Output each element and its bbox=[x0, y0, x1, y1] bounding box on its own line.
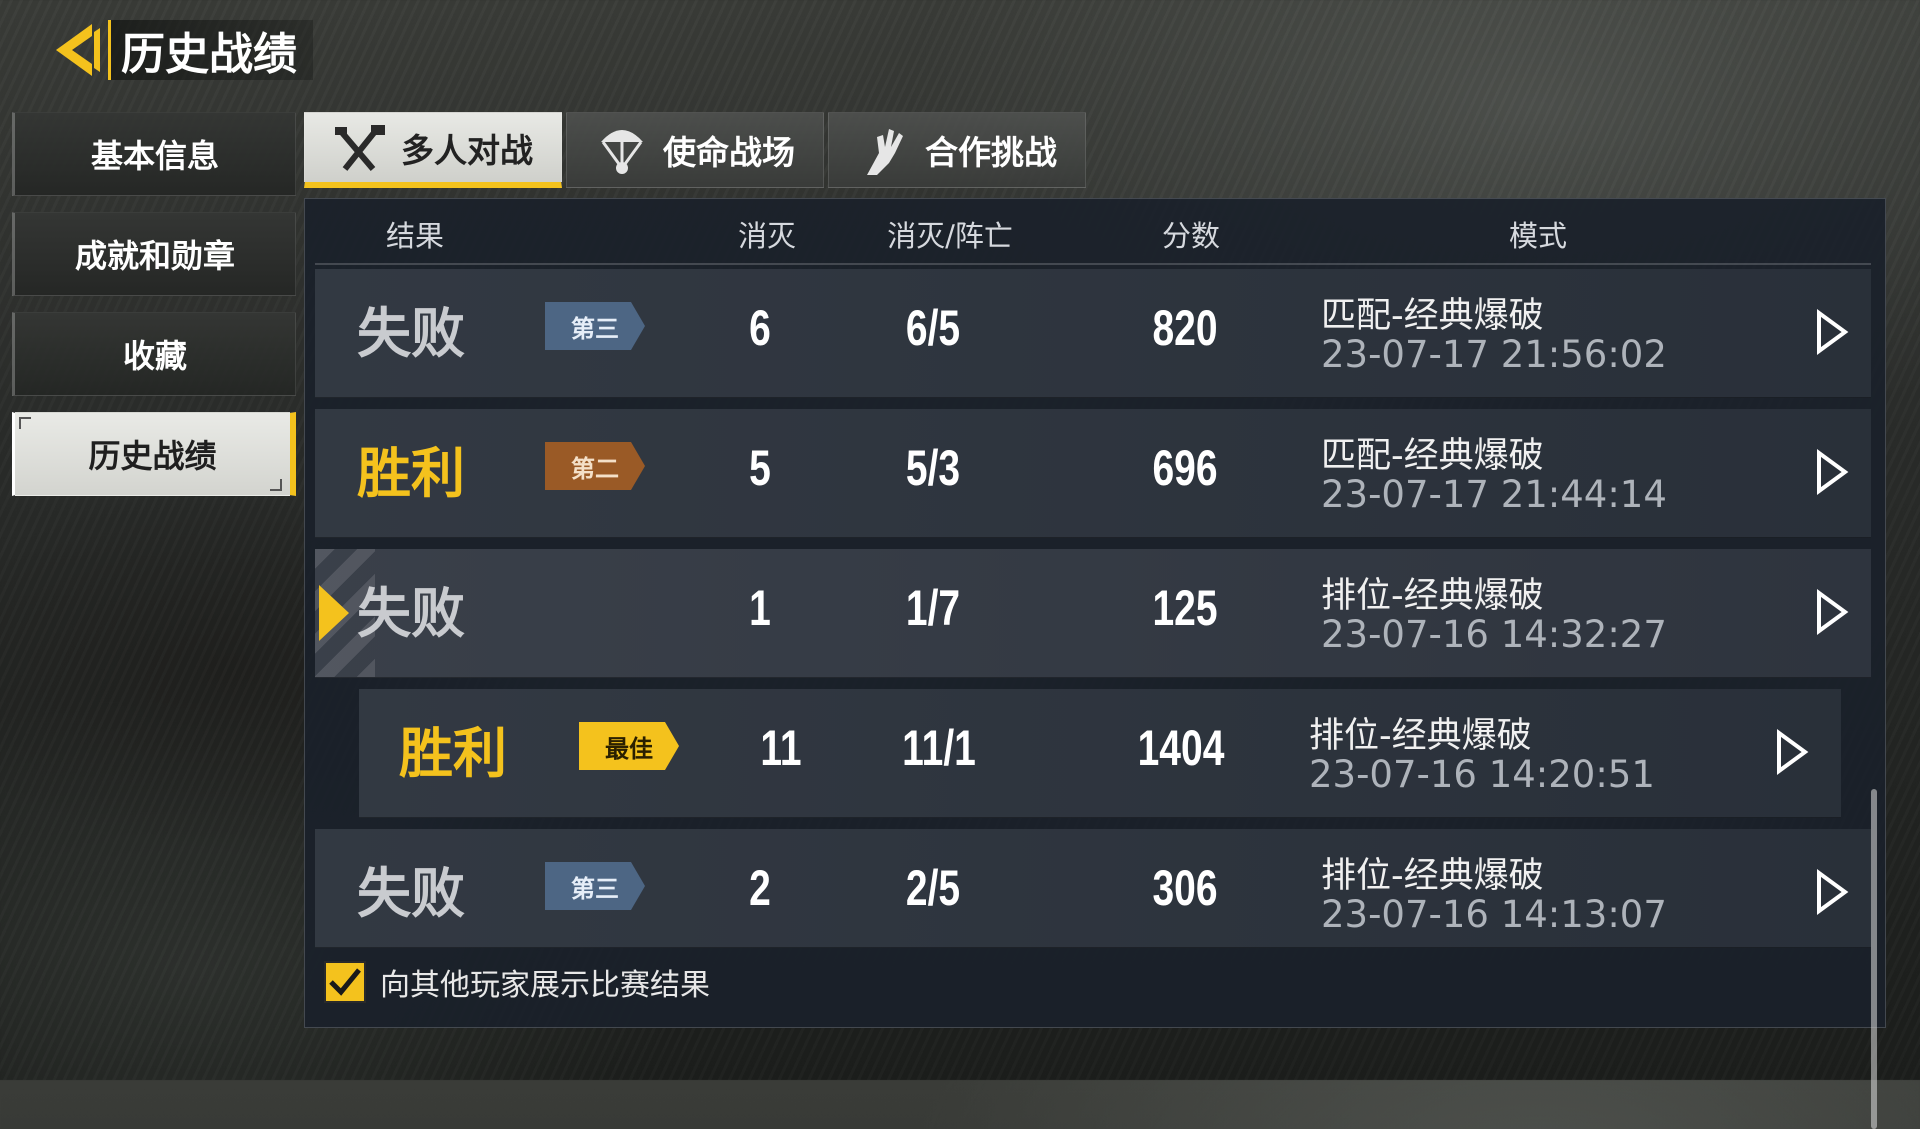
match-history-panel: 结果 消灭 消灭/阵亡 分数 模式 失败 第三 6 6/5 820 匹配-经典爆… bbox=[304, 198, 1886, 1129]
sidebar-item-basic-info[interactable]: 基本信息 bbox=[12, 112, 296, 196]
match-result: 失败 bbox=[357, 862, 465, 925]
match-result: 失败 bbox=[357, 302, 465, 365]
kills-value: 1 bbox=[749, 580, 771, 636]
page-title: 历史战绩 bbox=[108, 20, 313, 80]
sidebar: 基本信息 成就和勋章 收藏 历史战绩 bbox=[12, 112, 296, 512]
match-time: 23-07-17 21:56:02 bbox=[1321, 333, 1667, 376]
table-row[interactable]: 胜利 最佳 11 11/1 1404 排位-经典爆破 23-07-16 14:2… bbox=[359, 689, 1841, 818]
play-arrow-icon[interactable] bbox=[1775, 729, 1809, 775]
back-arrow-icon bbox=[56, 24, 100, 76]
rank-badge: 最佳 bbox=[579, 722, 679, 770]
kills-value: 2 bbox=[749, 860, 771, 916]
match-mode: 排位-经典爆破 bbox=[1321, 576, 1544, 616]
play-arrow-icon[interactable] bbox=[1815, 309, 1849, 355]
match-mode: 匹配-经典爆破 bbox=[1321, 296, 1544, 336]
match-result: 胜利 bbox=[399, 722, 507, 785]
score-value: 696 bbox=[1152, 440, 1218, 496]
sidebar-item-achievements[interactable]: 成就和勋章 bbox=[12, 212, 296, 296]
match-time: 23-07-17 21:44:14 bbox=[1321, 473, 1667, 516]
kd-value: 1/7 bbox=[905, 580, 961, 636]
tab-battle-royale-label: 使命战场 bbox=[663, 133, 795, 172]
tab-multiplayer-label: 多人对战 bbox=[401, 130, 533, 170]
sidebar-item-collection[interactable]: 收藏 bbox=[12, 312, 296, 396]
rank-badge: 第三 bbox=[545, 302, 645, 350]
match-time: 23-07-16 14:32:27 bbox=[1321, 613, 1667, 656]
score-value: 820 bbox=[1152, 300, 1218, 356]
tab-battle-royale[interactable]: 使命战场 bbox=[566, 112, 824, 188]
col-result: 结果 bbox=[385, 219, 445, 253]
kd-value: 11/1 bbox=[902, 720, 976, 776]
page-header: 历史战绩 bbox=[44, 18, 313, 82]
match-result: 胜利 bbox=[357, 442, 465, 505]
score-value: 1404 bbox=[1137, 720, 1225, 776]
match-result: 失败 bbox=[357, 582, 465, 645]
score-value: 125 bbox=[1152, 580, 1218, 636]
kd-value: 6/5 bbox=[905, 300, 961, 356]
play-arrow-icon[interactable] bbox=[1815, 869, 1849, 915]
mode-tabs: 多人对战 使命战场 合作挑战 bbox=[304, 112, 1086, 188]
col-kd: 消灭/阵亡 bbox=[887, 219, 1013, 253]
match-time: 23-07-16 14:13:07 bbox=[1321, 893, 1667, 936]
table-row-selected[interactable]: 失败 1 1/7 125 排位-经典爆破 23-07-16 14:32:27 bbox=[315, 549, 1871, 678]
match-mode: 排位-经典爆破 bbox=[1309, 716, 1532, 756]
kills-value: 6 bbox=[749, 300, 771, 356]
kills-value: 5 bbox=[749, 440, 771, 496]
show-results-checkbox[interactable] bbox=[324, 961, 366, 1003]
tab-coop-challenge[interactable]: 合作挑战 bbox=[828, 112, 1086, 188]
show-results-toggle[interactable]: 向其他玩家展示比赛结果 bbox=[324, 960, 710, 1004]
table-row[interactable]: 胜利 第二 5 5/3 696 匹配-经典爆破 23-07-17 21:44:1… bbox=[315, 409, 1871, 538]
back-button[interactable] bbox=[44, 18, 106, 82]
selection-arrow-icon bbox=[319, 585, 349, 641]
play-arrow-icon[interactable] bbox=[1815, 589, 1849, 635]
col-mode: 模式 bbox=[1508, 219, 1568, 253]
match-mode: 排位-经典爆破 bbox=[1321, 856, 1544, 896]
sidebar-item-history[interactable]: 历史战绩 bbox=[12, 412, 296, 496]
play-arrow-icon[interactable] bbox=[1815, 449, 1849, 495]
show-results-label: 向其他玩家展示比赛结果 bbox=[380, 968, 710, 1003]
tab-coop-challenge-label: 合作挑战 bbox=[925, 133, 1057, 172]
zombie-hand-icon bbox=[857, 123, 911, 177]
scrollbar[interactable] bbox=[1871, 789, 1877, 1129]
tab-multiplayer[interactable]: 多人对战 bbox=[304, 112, 562, 188]
parachute-icon bbox=[595, 123, 649, 177]
crossed-weapons-icon bbox=[333, 121, 387, 175]
rank-badge: 第三 bbox=[545, 862, 645, 910]
col-score: 分数 bbox=[1161, 219, 1221, 253]
checkmark-icon bbox=[329, 968, 361, 996]
col-kills: 消灭 bbox=[737, 219, 797, 253]
rank-badge: 第二 bbox=[545, 442, 645, 490]
kd-value: 5/3 bbox=[905, 440, 961, 496]
kills-value: 11 bbox=[760, 720, 802, 776]
match-time: 23-07-16 14:20:51 bbox=[1309, 753, 1655, 796]
table-row[interactable]: 失败 第三 6 6/5 820 匹配-经典爆破 23-07-17 21:56:0… bbox=[315, 269, 1871, 398]
kd-value: 2/5 bbox=[905, 860, 961, 916]
match-mode: 匹配-经典爆破 bbox=[1321, 436, 1544, 476]
table-header: 结果 消灭 消灭/阵亡 分数 模式 bbox=[315, 199, 1871, 265]
table-row[interactable]: 失败 第三 2 2/5 306 排位-经典爆破 23-07-16 14:13:0… bbox=[315, 829, 1871, 948]
score-value: 306 bbox=[1152, 860, 1218, 916]
